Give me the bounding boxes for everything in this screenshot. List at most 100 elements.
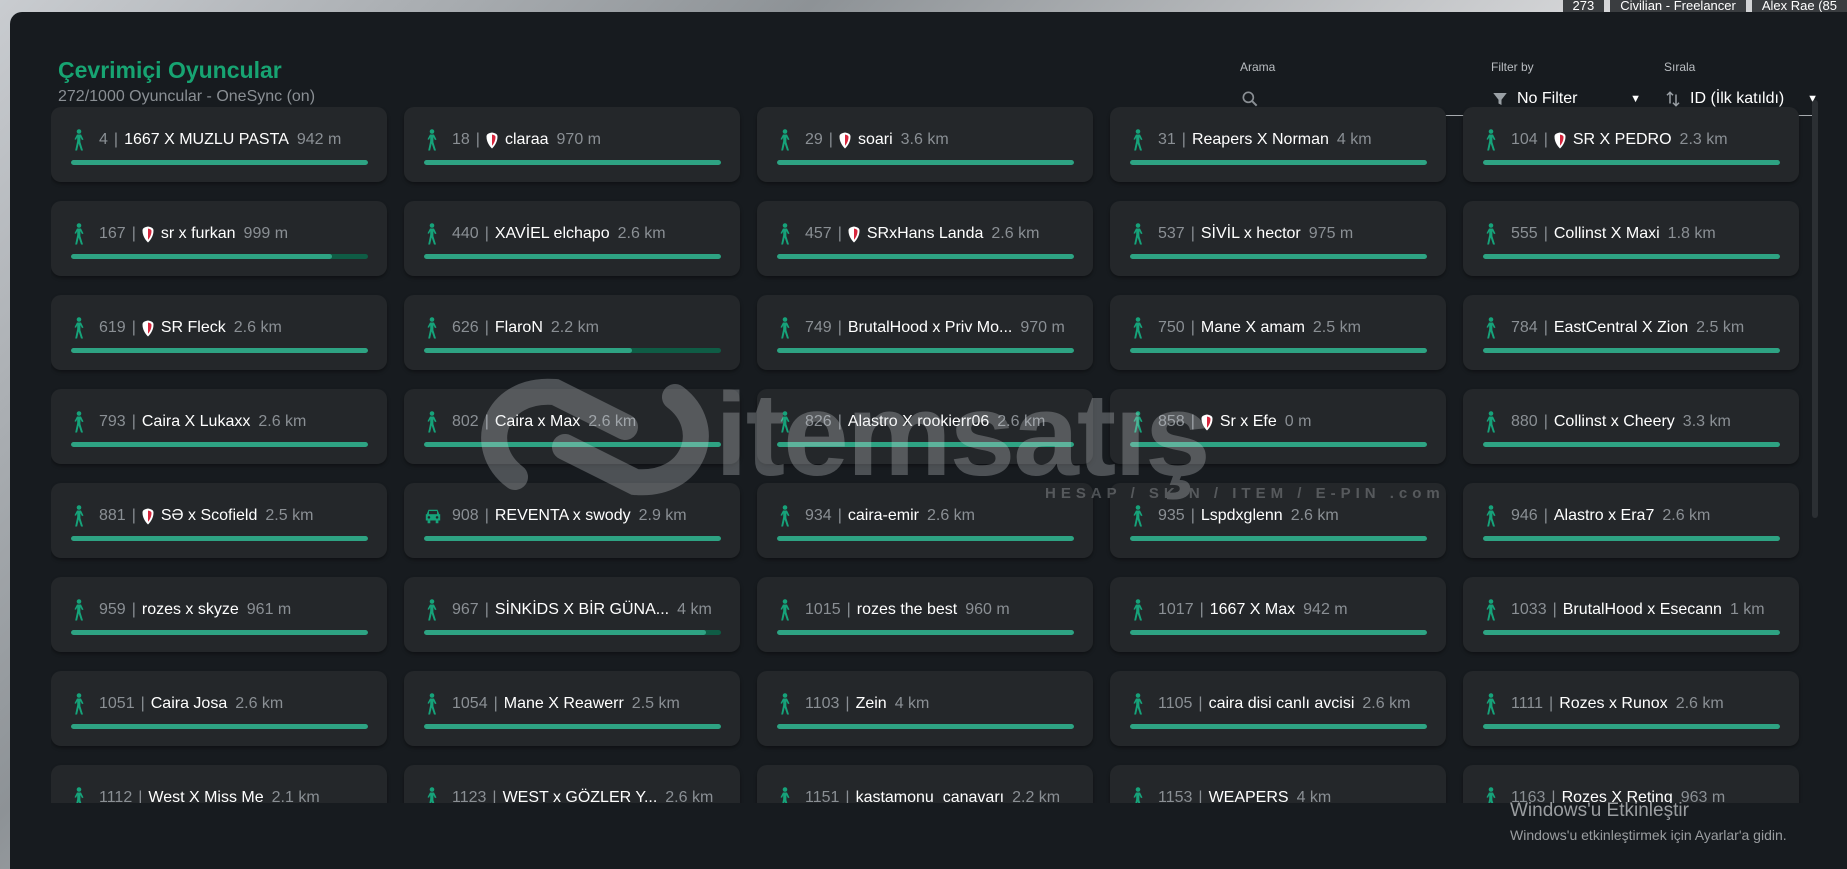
player-distance: 999 m xyxy=(243,225,289,242)
player-info: 537 | SİVİL x hector 975 m xyxy=(1130,222,1428,246)
separator: | xyxy=(484,507,489,524)
player-name: rozes the best xyxy=(856,601,958,618)
player-card[interactable]: 1051 | Caira Josa 2.6 km xyxy=(51,671,387,746)
player-card[interactable]: 967 | SİNKİDS X BİR GÜNA... 4 km xyxy=(404,577,740,652)
player-name: Zein xyxy=(855,695,887,712)
player-card[interactable]: 1153 | WEAPERS 4 km xyxy=(1110,765,1446,803)
player-card[interactable]: 908 | REVENTA x swody 2.9 km xyxy=(404,483,740,558)
player-id: 1015 xyxy=(805,601,841,618)
separator: | xyxy=(837,319,842,336)
separator: | xyxy=(837,507,842,524)
player-id: 793 xyxy=(99,413,126,430)
walk-icon xyxy=(777,411,795,433)
health-bar-fill xyxy=(777,160,1074,165)
player-card[interactable]: 934 | caira-emir 2.6 km xyxy=(757,483,1093,558)
player-name: Reapers X Norman xyxy=(1191,131,1329,148)
player-distance: 4 km xyxy=(677,601,712,618)
player-card[interactable]: 959 | rozes x skyze 961 m xyxy=(51,577,387,652)
player-card[interactable]: 935 | Lspdxglenn 2.6 km xyxy=(1110,483,1446,558)
player-id: 1151 xyxy=(805,789,840,803)
player-card[interactable]: 1105 | caira disi canlı avcisi 2.6 km xyxy=(1110,671,1446,746)
player-id: 858 xyxy=(1158,413,1185,430)
player-name: WEAPERS xyxy=(1208,789,1289,803)
player-card[interactable]: 1163 | Rozes X Reting 963 m xyxy=(1463,765,1799,803)
player-card[interactable]: 793 | Caira X Lukaxx 2.6 km xyxy=(51,389,387,464)
player-card[interactable]: 1151 | kastamonu_canavarı 2.2 km xyxy=(757,765,1093,803)
health-bar-fill xyxy=(71,442,368,447)
player-card[interactable]: 749 | BrutalHood x Priv Mo... 970 m xyxy=(757,295,1093,370)
player-card[interactable]: 858 | Sr x Efe 0 m xyxy=(1110,389,1446,464)
health-bar-fill xyxy=(424,536,721,541)
player-card[interactable]: 1123 | WEST x GÖZLER Y... 2.6 km xyxy=(404,765,740,803)
player-info: 31 | Reapers X Norman 4 km xyxy=(1130,128,1428,152)
player-card[interactable]: 1111 | Rozes x Runox 2.6 km xyxy=(1463,671,1799,746)
health-bar-fill xyxy=(1483,724,1780,729)
player-id: 537 xyxy=(1158,225,1185,242)
player-card[interactable]: 104 | SR X PEDRO 2.3 km xyxy=(1463,107,1799,182)
activation-message: Windows'u etkinleştirmek için Ayarlar'a … xyxy=(1510,827,1787,843)
player-name: Caira x Max xyxy=(494,413,581,430)
separator: | xyxy=(484,601,489,618)
health-bar-fill xyxy=(71,348,368,353)
health-bar xyxy=(1130,348,1427,353)
player-card[interactable]: 880 | Collinst x Cheery 3.3 km xyxy=(1463,389,1799,464)
walk-icon xyxy=(777,223,795,245)
player-card[interactable]: 946 | Alastro x Era7 2.6 km xyxy=(1463,483,1799,558)
player-card[interactable]: 619 | SR Fleck 2.6 km xyxy=(51,295,387,370)
player-card[interactable]: 802 | Caira x Max 2.6 km xyxy=(404,389,740,464)
player-card[interactable]: 537 | SİVİL x hector 975 m xyxy=(1110,201,1446,276)
player-id: 749 xyxy=(805,319,832,336)
player-id: 1112 xyxy=(99,789,133,803)
player-info: 802 | Caira x Max 2.6 km xyxy=(424,410,722,434)
player-info: 1153 | WEAPERS 4 km xyxy=(1130,786,1428,803)
player-card[interactable]: 18 | claraa 970 m xyxy=(404,107,740,182)
hud-player-name: Alex Rae (85 xyxy=(1751,0,1847,12)
player-card[interactable]: 29 | soari 3.6 km xyxy=(757,107,1093,182)
walk-icon xyxy=(1130,599,1148,621)
walk-icon xyxy=(71,787,89,803)
health-bar-fill xyxy=(424,254,721,259)
player-card[interactable]: 1033 | BrutalHood x Esecann 1 km xyxy=(1463,577,1799,652)
health-bar xyxy=(777,348,1074,353)
player-card[interactable]: 4 | 1667 X MUZLU PASTA 942 m xyxy=(51,107,387,182)
player-info: 1112 | West X Miss Me 2.1 km xyxy=(71,786,369,803)
player-id: 967 xyxy=(452,601,479,618)
player-info: 959 | rozes x skyze 961 m xyxy=(71,598,369,622)
player-id: 802 xyxy=(452,413,479,430)
player-card[interactable]: 750 | Mane X amam 2.5 km xyxy=(1110,295,1446,370)
player-card[interactable]: 167 | sr x furkan 999 m xyxy=(51,201,387,276)
health-bar-fill xyxy=(71,630,368,635)
scrollbar[interactable] xyxy=(1812,100,1818,518)
player-card[interactable]: 555 | Collinst X Maxi 1.8 km xyxy=(1463,201,1799,276)
shield-badge-icon xyxy=(848,226,867,243)
player-name: Alastro X rookierr06 xyxy=(847,413,990,430)
player-id: 1111 xyxy=(1511,695,1544,712)
player-name: SİVİL x hector xyxy=(1200,225,1301,242)
player-card[interactable]: 1015 | rozes the best 960 m xyxy=(757,577,1093,652)
health-bar xyxy=(1483,348,1780,353)
player-card[interactable]: 1103 | Zein 4 km xyxy=(757,671,1093,746)
player-name: WEST x GÖZLER Y... xyxy=(502,789,658,803)
player-id: 18 xyxy=(452,131,470,148)
player-distance: 2.6 km xyxy=(617,225,666,242)
player-card[interactable]: 826 | Alastro X rookierr06 2.6 km xyxy=(757,389,1093,464)
player-card[interactable]: 457 | SRxHans Landa 2.6 km xyxy=(757,201,1093,276)
player-name: 1667 X MUZLU PASTA xyxy=(124,131,289,148)
player-distance: 2.6 km xyxy=(588,413,637,430)
player-card[interactable]: 626 | FlaroN 2.2 km xyxy=(404,295,740,370)
player-card[interactable]: 881 | SƏ x Scofield 2.5 km xyxy=(51,483,387,558)
health-bar-fill xyxy=(1483,630,1780,635)
health-bar xyxy=(1483,442,1780,447)
player-card[interactable]: 440 | XAVİEL elchapo 2.6 km xyxy=(404,201,740,276)
player-card[interactable]: 1054 | Mane X Reawerr 2.5 km xyxy=(404,671,740,746)
health-bar-fill xyxy=(777,442,1074,447)
player-distance: 942 m xyxy=(296,131,342,148)
player-name: West X Miss Me xyxy=(148,789,264,803)
player-card[interactable]: 784 | EastCentral X Zion 2.5 km xyxy=(1463,295,1799,370)
player-card[interactable]: 1017 | 1667 X Max 942 m xyxy=(1110,577,1446,652)
player-info: 1123 | WEST x GÖZLER Y... 2.6 km xyxy=(424,786,722,803)
health-bar-fill xyxy=(1130,254,1427,259)
separator: | xyxy=(1199,601,1204,618)
player-card[interactable]: 31 | Reapers X Norman 4 km xyxy=(1110,107,1446,182)
player-card[interactable]: 1112 | West X Miss Me 2.1 km xyxy=(51,765,387,803)
